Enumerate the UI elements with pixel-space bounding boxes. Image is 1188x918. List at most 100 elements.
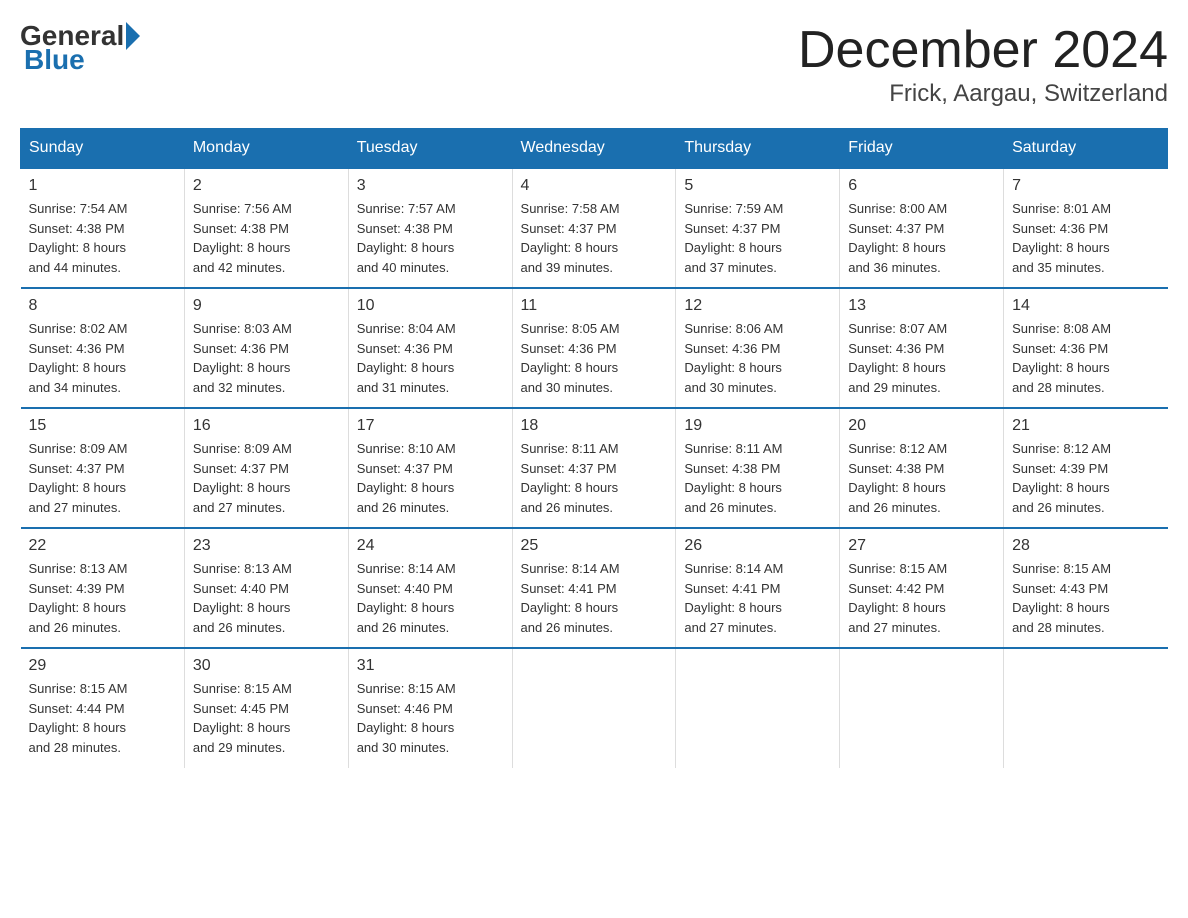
day-number: 3 xyxy=(357,177,504,195)
day-cell: 15 Sunrise: 8:09 AM Sunset: 4:37 PM Dayl… xyxy=(21,408,185,528)
day-info: Sunrise: 8:02 AM Sunset: 4:36 PM Dayligh… xyxy=(29,319,176,397)
day-cell: 23 Sunrise: 8:13 AM Sunset: 4:40 PM Dayl… xyxy=(184,528,348,648)
logo: General Blue xyxy=(20,20,140,76)
day-cell: 1 Sunrise: 7:54 AM Sunset: 4:38 PM Dayli… xyxy=(21,168,185,288)
day-cell xyxy=(1004,648,1168,768)
day-number: 1 xyxy=(29,177,176,195)
day-cell: 3 Sunrise: 7:57 AM Sunset: 4:38 PM Dayli… xyxy=(348,168,512,288)
day-info: Sunrise: 7:57 AM Sunset: 4:38 PM Dayligh… xyxy=(357,199,504,277)
day-number: 6 xyxy=(848,177,995,195)
day-info: Sunrise: 8:05 AM Sunset: 4:36 PM Dayligh… xyxy=(521,319,668,397)
day-info: Sunrise: 8:06 AM Sunset: 4:36 PM Dayligh… xyxy=(684,319,831,397)
title-block: December 2024 Frick, Aargau, Switzerland xyxy=(798,20,1168,108)
day-number: 25 xyxy=(521,537,668,555)
day-cell: 17 Sunrise: 8:10 AM Sunset: 4:37 PM Dayl… xyxy=(348,408,512,528)
day-cell xyxy=(512,648,676,768)
header-wednesday: Wednesday xyxy=(512,129,676,169)
day-cell: 13 Sunrise: 8:07 AM Sunset: 4:36 PM Dayl… xyxy=(840,288,1004,408)
day-cell xyxy=(840,648,1004,768)
day-info: Sunrise: 8:14 AM Sunset: 4:41 PM Dayligh… xyxy=(684,559,831,637)
day-info: Sunrise: 8:09 AM Sunset: 4:37 PM Dayligh… xyxy=(29,439,176,517)
header-thursday: Thursday xyxy=(676,129,840,169)
day-info: Sunrise: 8:15 AM Sunset: 4:44 PM Dayligh… xyxy=(29,679,176,757)
day-info: Sunrise: 8:13 AM Sunset: 4:39 PM Dayligh… xyxy=(29,559,176,637)
week-row-2: 8 Sunrise: 8:02 AM Sunset: 4:36 PM Dayli… xyxy=(21,288,1168,408)
week-row-1: 1 Sunrise: 7:54 AM Sunset: 4:38 PM Dayli… xyxy=(21,168,1168,288)
day-cell: 10 Sunrise: 8:04 AM Sunset: 4:36 PM Dayl… xyxy=(348,288,512,408)
day-number: 2 xyxy=(193,177,340,195)
day-number: 12 xyxy=(684,297,831,315)
day-cell: 28 Sunrise: 8:15 AM Sunset: 4:43 PM Dayl… xyxy=(1004,528,1168,648)
day-info: Sunrise: 8:00 AM Sunset: 4:37 PM Dayligh… xyxy=(848,199,995,277)
day-info: Sunrise: 8:15 AM Sunset: 4:42 PM Dayligh… xyxy=(848,559,995,637)
day-number: 31 xyxy=(357,657,504,675)
day-number: 5 xyxy=(684,177,831,195)
day-number: 26 xyxy=(684,537,831,555)
day-info: Sunrise: 8:15 AM Sunset: 4:46 PM Dayligh… xyxy=(357,679,504,757)
day-info: Sunrise: 8:12 AM Sunset: 4:38 PM Dayligh… xyxy=(848,439,995,517)
header-saturday: Saturday xyxy=(1004,129,1168,169)
day-info: Sunrise: 8:11 AM Sunset: 4:38 PM Dayligh… xyxy=(684,439,831,517)
day-number: 8 xyxy=(29,297,176,315)
day-cell: 2 Sunrise: 7:56 AM Sunset: 4:38 PM Dayli… xyxy=(184,168,348,288)
day-cell: 25 Sunrise: 8:14 AM Sunset: 4:41 PM Dayl… xyxy=(512,528,676,648)
day-info: Sunrise: 8:07 AM Sunset: 4:36 PM Dayligh… xyxy=(848,319,995,397)
day-info: Sunrise: 8:01 AM Sunset: 4:36 PM Dayligh… xyxy=(1012,199,1159,277)
day-number: 7 xyxy=(1012,177,1159,195)
day-cell: 19 Sunrise: 8:11 AM Sunset: 4:38 PM Dayl… xyxy=(676,408,840,528)
day-number: 18 xyxy=(521,417,668,435)
day-cell: 9 Sunrise: 8:03 AM Sunset: 4:36 PM Dayli… xyxy=(184,288,348,408)
day-cell: 11 Sunrise: 8:05 AM Sunset: 4:36 PM Dayl… xyxy=(512,288,676,408)
day-cell: 30 Sunrise: 8:15 AM Sunset: 4:45 PM Dayl… xyxy=(184,648,348,768)
day-cell: 20 Sunrise: 8:12 AM Sunset: 4:38 PM Dayl… xyxy=(840,408,1004,528)
day-number: 10 xyxy=(357,297,504,315)
page-title: December 2024 xyxy=(798,20,1168,80)
day-info: Sunrise: 8:08 AM Sunset: 4:36 PM Dayligh… xyxy=(1012,319,1159,397)
day-cell: 5 Sunrise: 7:59 AM Sunset: 4:37 PM Dayli… xyxy=(676,168,840,288)
day-number: 29 xyxy=(29,657,176,675)
day-number: 15 xyxy=(29,417,176,435)
calendar-header-row: SundayMondayTuesdayWednesdayThursdayFrid… xyxy=(21,129,1168,169)
page-header: General Blue December 2024 Frick, Aargau… xyxy=(20,20,1168,108)
day-info: Sunrise: 8:09 AM Sunset: 4:37 PM Dayligh… xyxy=(193,439,340,517)
day-info: Sunrise: 7:58 AM Sunset: 4:37 PM Dayligh… xyxy=(521,199,668,277)
day-cell: 22 Sunrise: 8:13 AM Sunset: 4:39 PM Dayl… xyxy=(21,528,185,648)
calendar-table: SundayMondayTuesdayWednesdayThursdayFrid… xyxy=(20,128,1168,768)
day-cell: 7 Sunrise: 8:01 AM Sunset: 4:36 PM Dayli… xyxy=(1004,168,1168,288)
day-info: Sunrise: 8:04 AM Sunset: 4:36 PM Dayligh… xyxy=(357,319,504,397)
week-row-3: 15 Sunrise: 8:09 AM Sunset: 4:37 PM Dayl… xyxy=(21,408,1168,528)
day-cell: 26 Sunrise: 8:14 AM Sunset: 4:41 PM Dayl… xyxy=(676,528,840,648)
day-cell xyxy=(676,648,840,768)
day-cell: 18 Sunrise: 8:11 AM Sunset: 4:37 PM Dayl… xyxy=(512,408,676,528)
day-number: 21 xyxy=(1012,417,1159,435)
day-info: Sunrise: 8:12 AM Sunset: 4:39 PM Dayligh… xyxy=(1012,439,1159,517)
day-cell: 12 Sunrise: 8:06 AM Sunset: 4:36 PM Dayl… xyxy=(676,288,840,408)
day-cell: 14 Sunrise: 8:08 AM Sunset: 4:36 PM Dayl… xyxy=(1004,288,1168,408)
week-row-5: 29 Sunrise: 8:15 AM Sunset: 4:44 PM Dayl… xyxy=(21,648,1168,768)
logo-arrow-icon xyxy=(126,22,140,50)
day-info: Sunrise: 8:10 AM Sunset: 4:37 PM Dayligh… xyxy=(357,439,504,517)
day-info: Sunrise: 8:15 AM Sunset: 4:45 PM Dayligh… xyxy=(193,679,340,757)
day-info: Sunrise: 8:11 AM Sunset: 4:37 PM Dayligh… xyxy=(521,439,668,517)
day-info: Sunrise: 7:56 AM Sunset: 4:38 PM Dayligh… xyxy=(193,199,340,277)
day-cell: 29 Sunrise: 8:15 AM Sunset: 4:44 PM Dayl… xyxy=(21,648,185,768)
header-friday: Friday xyxy=(840,129,1004,169)
page-subtitle: Frick, Aargau, Switzerland xyxy=(798,80,1168,108)
day-number: 17 xyxy=(357,417,504,435)
day-info: Sunrise: 8:14 AM Sunset: 4:40 PM Dayligh… xyxy=(357,559,504,637)
day-number: 20 xyxy=(848,417,995,435)
day-info: Sunrise: 7:54 AM Sunset: 4:38 PM Dayligh… xyxy=(29,199,176,277)
day-info: Sunrise: 8:15 AM Sunset: 4:43 PM Dayligh… xyxy=(1012,559,1159,637)
day-cell: 16 Sunrise: 8:09 AM Sunset: 4:37 PM Dayl… xyxy=(184,408,348,528)
week-row-4: 22 Sunrise: 8:13 AM Sunset: 4:39 PM Dayl… xyxy=(21,528,1168,648)
day-number: 9 xyxy=(193,297,340,315)
header-monday: Monday xyxy=(184,129,348,169)
day-info: Sunrise: 8:03 AM Sunset: 4:36 PM Dayligh… xyxy=(193,319,340,397)
header-tuesday: Tuesday xyxy=(348,129,512,169)
day-number: 16 xyxy=(193,417,340,435)
day-number: 11 xyxy=(521,297,668,315)
day-number: 28 xyxy=(1012,537,1159,555)
day-cell: 8 Sunrise: 8:02 AM Sunset: 4:36 PM Dayli… xyxy=(21,288,185,408)
day-cell: 24 Sunrise: 8:14 AM Sunset: 4:40 PM Dayl… xyxy=(348,528,512,648)
day-info: Sunrise: 7:59 AM Sunset: 4:37 PM Dayligh… xyxy=(684,199,831,277)
